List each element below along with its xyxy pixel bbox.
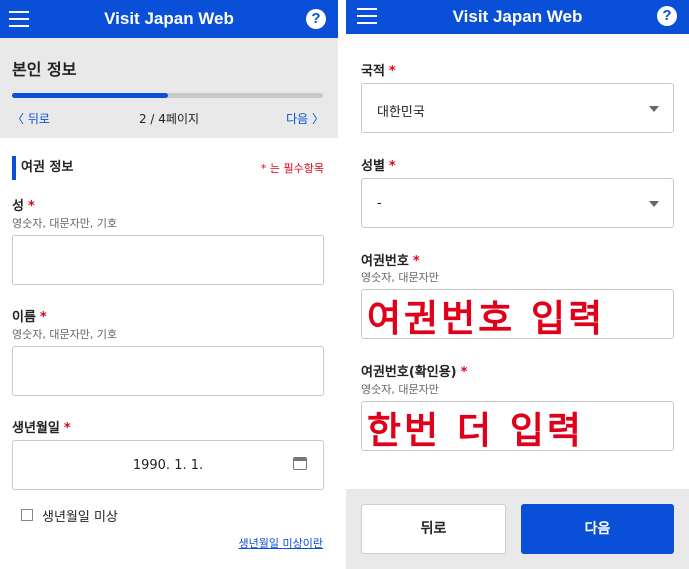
subsection-title: 여권 정보 (12, 156, 73, 180)
progress-bar (12, 93, 323, 98)
passport-confirm-label: 여권번호(확인용) * (361, 361, 467, 380)
required-star: * (460, 365, 468, 380)
top-app-bar: Visit Japan Web ? (0, 0, 338, 38)
app-title: Visit Japan Web (452, 7, 583, 26)
required-star: * (27, 199, 35, 214)
birthdate-input[interactable]: 1990. 1. 1. (12, 440, 324, 490)
passport-number-hint: 영숫자, 대문자만 (361, 271, 439, 284)
progress-header: 본인 정보 〈 뒤로 2 / 4페이지 다음 〉 (0, 38, 338, 138)
gender-value: - (377, 196, 382, 211)
required-star: * (388, 64, 396, 79)
caret-down-icon (649, 106, 659, 112)
passport-number-input[interactable]: 여권번호 입력 (361, 289, 674, 340)
surname-label-text: 성 (12, 199, 24, 214)
required-star: * (388, 159, 396, 174)
panel-divider (338, 0, 346, 569)
next-button[interactable]: 다음 (521, 504, 674, 554)
passport-confirm-label-text: 여권번호(확인용) (361, 365, 457, 380)
passport-confirm-input[interactable]: 한번 더 입력 (361, 401, 674, 452)
given-name-label: 이름 * (12, 306, 47, 325)
surname-label: 성 * (12, 195, 35, 214)
gender-select[interactable]: - (361, 178, 674, 228)
page-title: 본인 정보 (12, 60, 77, 79)
top-app-bar: Visit Japan Web ? (346, 0, 689, 34)
birthdate-label: 생년월일 * (12, 417, 71, 436)
surname-hint: 영숫자, 대문자만, 기호 (12, 217, 118, 230)
given-name-hint: 영숫자, 대문자만, 기호 (12, 328, 118, 341)
back-button[interactable]: 뒤로 (361, 504, 506, 554)
passport-number-overlay: 여권번호 입력 (367, 297, 606, 340)
unknown-birthdate-label[interactable]: 생년월일 미상 (42, 506, 118, 525)
nationality-select[interactable]: 대한민국 (361, 83, 674, 133)
caret-down-icon (649, 201, 659, 207)
given-name-label-text: 이름 (12, 310, 36, 325)
required-star: * (412, 254, 420, 269)
progress-bar-fill (12, 93, 168, 98)
required-note: * 는 필수항목 (260, 162, 324, 175)
passport-confirm-hint: 영숫자, 대문자만 (361, 383, 439, 396)
required-star: * (39, 310, 47, 325)
passport-number-label-text: 여권번호 (361, 254, 409, 269)
gender-label: 성별 * (361, 155, 396, 174)
unknown-birthdate-link[interactable]: 생년월일 미상이란 (239, 535, 323, 551)
given-name-input[interactable] (12, 346, 324, 396)
birthdate-value: 1990. 1. 1. (132, 458, 204, 473)
nationality-label: 국적 * (361, 60, 396, 79)
calendar-icon[interactable] (293, 457, 307, 470)
unknown-birthdate-checkbox[interactable] (21, 509, 33, 521)
passport-number-label: 여권번호 * (361, 250, 420, 269)
left-screen: Visit Japan Web ? 본인 정보 〈 뒤로 2 / 4페이지 다음… (0, 0, 338, 569)
help-icon[interactable]: ? (657, 6, 677, 26)
gender-label-text: 성별 (361, 159, 385, 174)
app-title: Visit Japan Web (104, 9, 234, 28)
passport-confirm-overlay: 한번 더 입력 (367, 409, 584, 452)
required-star: * (63, 421, 71, 436)
footer-bar: 뒤로 다음 (346, 489, 689, 569)
next-link[interactable]: 다음 〉 (286, 110, 324, 127)
nationality-label-text: 국적 (361, 64, 385, 79)
surname-input[interactable] (12, 235, 324, 285)
help-icon[interactable]: ? (306, 9, 326, 29)
right-screen: Visit Japan Web ? 국적 * 대한민국 성별 * - 여권번호 * 영… (346, 0, 689, 569)
birthdate-label-text: 생년월일 (12, 421, 60, 436)
nationality-value: 대한민국 (377, 105, 425, 120)
